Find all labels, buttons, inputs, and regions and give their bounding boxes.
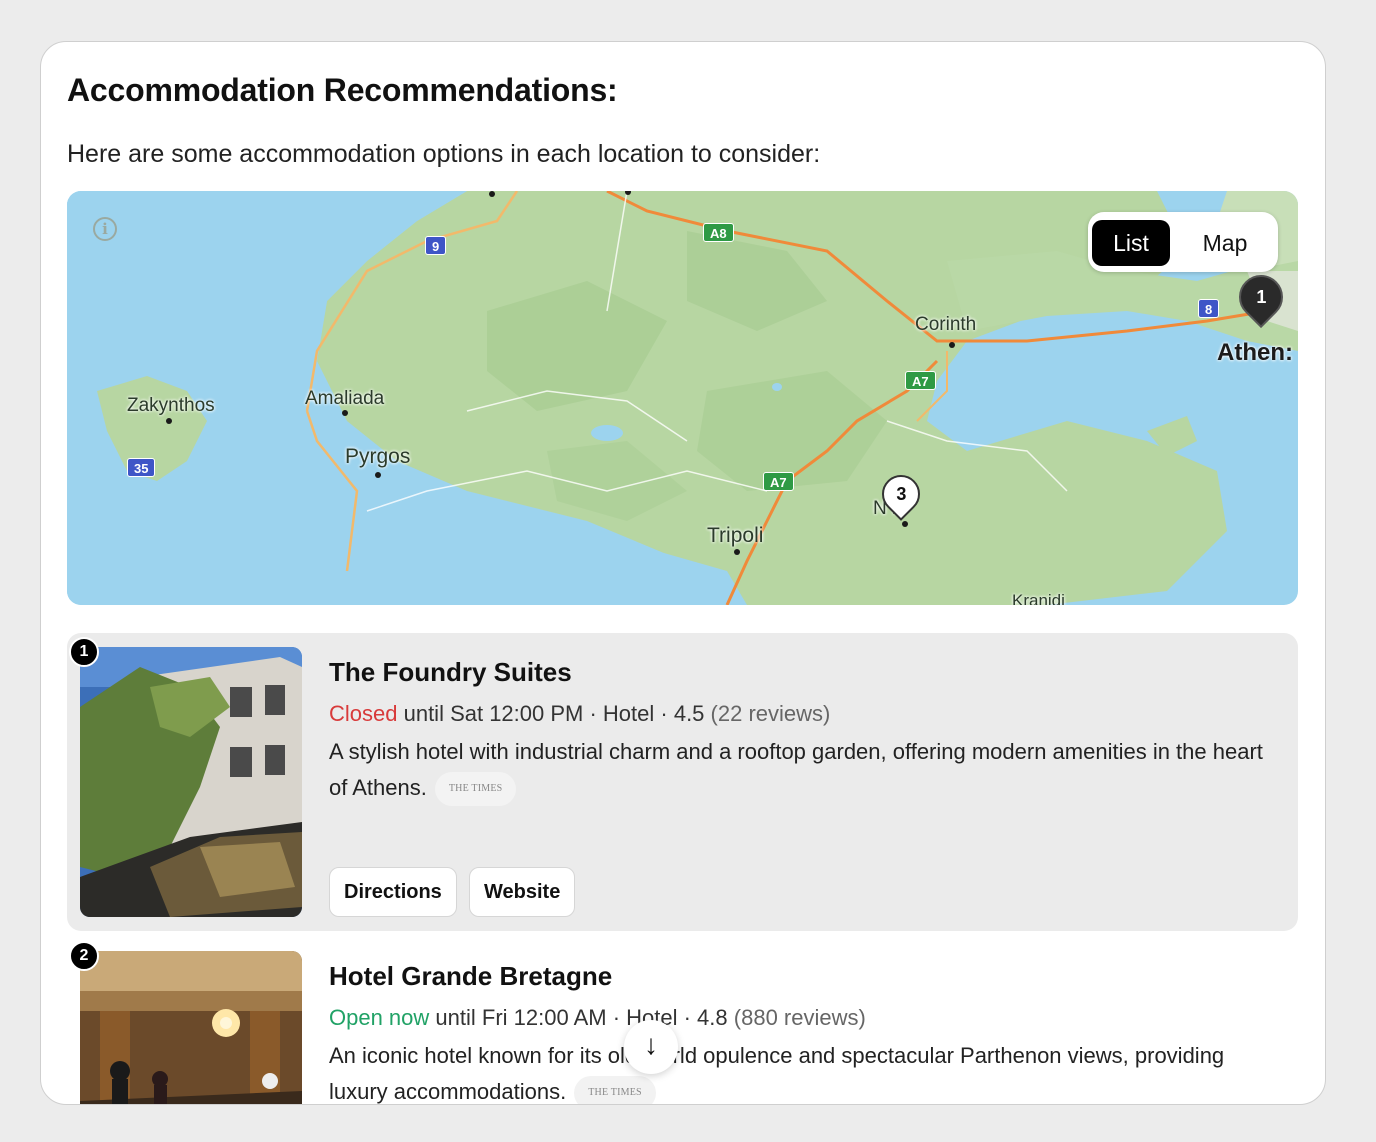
directions-button[interactable]: Directions xyxy=(329,867,457,917)
hotel-name[interactable]: Hotel Grande Bretagne xyxy=(329,961,612,992)
arrow-down-icon: ↓ xyxy=(644,1029,658,1060)
place-label-pyrgos: Pyrgos xyxy=(345,445,411,468)
place-dot xyxy=(489,191,495,197)
view-toggle: List Map xyxy=(1088,212,1278,272)
place-label-amaliada: Amaliada xyxy=(305,388,385,409)
place-dot-amaliada xyxy=(342,410,348,416)
status-text: Open now xyxy=(329,1005,430,1030)
place-dot-tripoli xyxy=(734,549,740,555)
place-label-athens: Athen: xyxy=(1217,339,1293,366)
result-number-badge: 2 xyxy=(69,941,99,971)
review-count: (22 reviews) xyxy=(710,701,831,726)
place-dot-pyrgos xyxy=(375,472,381,478)
place-label-corinth: Corinth xyxy=(915,314,977,335)
review-count: (880 reviews) xyxy=(733,1005,866,1030)
hours-type-rating: until Fri 12:00 AM · Hotel · 4.8 xyxy=(429,1005,734,1030)
hotel-meta: Closed until Sat 12:00 PM · Hotel · 4.5 … xyxy=(329,701,830,727)
result-number-badge: 1 xyxy=(69,637,99,667)
road-badge-35: 35 xyxy=(127,458,156,477)
chat-response-card: Accommodation Recommendations: Here are … xyxy=(40,41,1326,1105)
hotel-description-text: An iconic hotel known for its old-world … xyxy=(329,1043,1225,1104)
hotel-name[interactable]: The Foundry Suites xyxy=(329,657,572,688)
place-dot-zakynthos xyxy=(166,418,172,424)
hotel-photo[interactable] xyxy=(80,647,302,917)
place-label-tripoli: Tripoli xyxy=(707,524,764,547)
place-dot-nafplio xyxy=(902,521,908,527)
hotel-photo-image xyxy=(80,951,302,1104)
hours-type-rating: until Sat 12:00 PM · Hotel · 4.5 xyxy=(397,701,711,726)
scroll-down-button[interactable]: ↓ xyxy=(624,1020,678,1074)
section-heading: Accommodation Recommendations: xyxy=(67,72,618,108)
source-chip[interactable]: THE TIMES xyxy=(574,1076,656,1104)
website-button[interactable]: Website xyxy=(469,867,576,917)
map-pin-3-label: 3 xyxy=(895,483,907,504)
hotel-meta: Open now until Fri 12:00 AM · Hotel · 4.… xyxy=(329,1005,866,1031)
map-view-button[interactable]: Map xyxy=(1184,220,1266,266)
place-label-zakynthos: Zakynthos xyxy=(127,395,215,416)
source-chip[interactable]: THE TIMES xyxy=(434,772,517,807)
list-item[interactable]: 1 The Foundry Suites Closed until Sat 12… xyxy=(67,633,1298,931)
road-badge-8: 8 xyxy=(1198,299,1220,318)
hotel-photo[interactable] xyxy=(80,951,302,1104)
road-badge-a7-south: A7 xyxy=(763,472,794,491)
info-icon[interactable]: i xyxy=(93,217,117,241)
status-text: Closed xyxy=(329,701,398,726)
map-pin-1-label: 1 xyxy=(1255,286,1267,307)
list-item[interactable]: 2 Hotel Grande Bretagne Open now until F… xyxy=(67,937,1298,1104)
accommodation-map[interactable]: i 9 A8 8 A7 A7 35 Corinth Athen: Zakynth… xyxy=(67,191,1298,605)
hotel-description: An iconic hotel known for its old-world … xyxy=(329,1038,1279,1104)
place-label-kranidi: Kranidi xyxy=(1012,591,1065,605)
list-view-button[interactable]: List xyxy=(1092,220,1170,266)
hotel-description: A stylish hotel with industrial charm an… xyxy=(329,734,1279,807)
road-badge-a8: A8 xyxy=(703,223,734,242)
road-badge-9: 9 xyxy=(425,236,447,255)
section-intro: Here are some accommodation options in e… xyxy=(67,140,821,168)
place-dot-corinth xyxy=(949,342,955,348)
road-badge-a7-north: A7 xyxy=(905,371,936,390)
hotel-photo-image xyxy=(80,647,302,917)
